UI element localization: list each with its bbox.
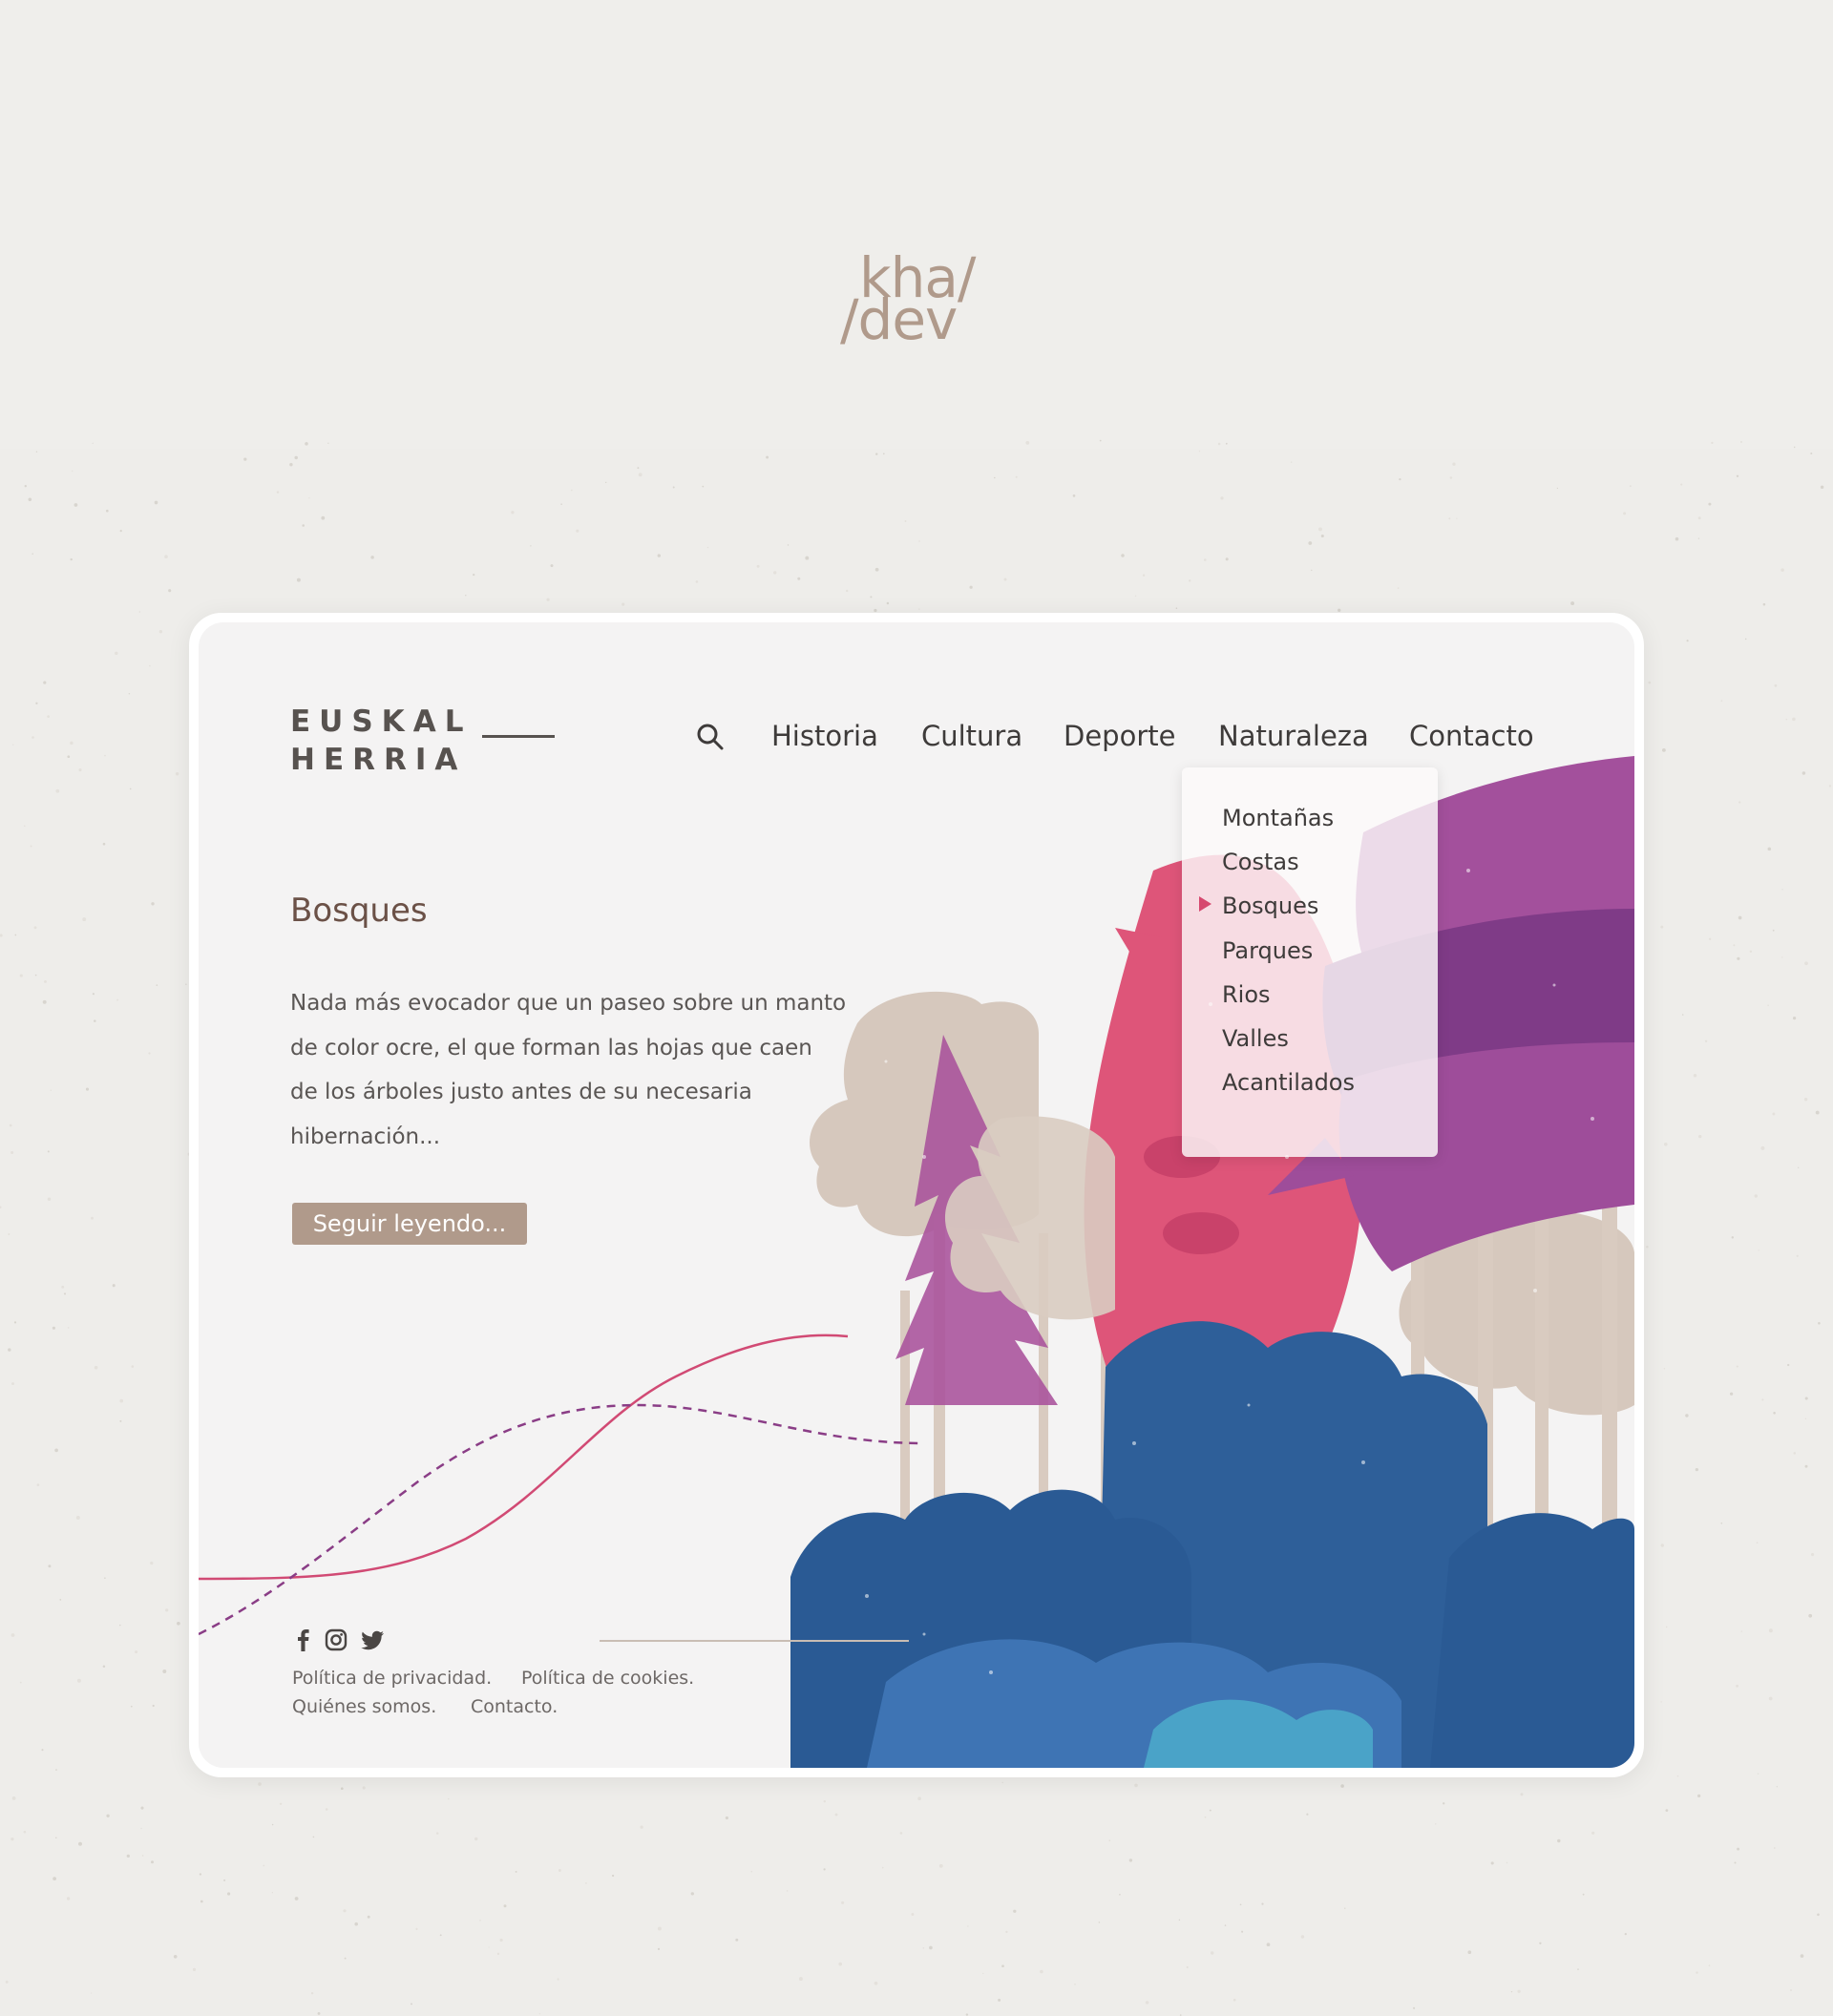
article-body: Nada más evocador que un paseo sobre un …	[290, 981, 901, 1159]
nav-deporte[interactable]: Deporte	[1064, 719, 1175, 753]
footer-link-about[interactable]: Quiénes somos.	[292, 1695, 436, 1718]
brand-logo: kha/ /dev	[840, 250, 993, 352]
site-logo-line2: HERRIA	[290, 743, 467, 777]
nav-naturaleza[interactable]: Naturaleza	[1218, 719, 1369, 753]
dropdown-item-acantilados[interactable]: Acantilados	[1222, 1068, 1355, 1097]
header-band	[0, 0, 1833, 449]
nav-historia[interactable]: Historia	[771, 719, 878, 753]
selected-marker-icon	[1199, 896, 1211, 912]
footer-link-privacy[interactable]: Política de privacidad.	[292, 1667, 492, 1690]
article-line: de color ocre, el que forman las hojas q…	[290, 1035, 812, 1060]
dropdown-item-costas[interactable]: Costas	[1222, 848, 1299, 876]
blue-bush-right	[1430, 1513, 1634, 1768]
website-viewport: EUSKAL HERRIA Historia Cultura Deporte N…	[199, 622, 1634, 1768]
footer-link-cookies[interactable]: Política de cookies.	[521, 1667, 694, 1690]
naturaleza-dropdown: Montañas Costas Bosques Parques Rios Val…	[1182, 767, 1438, 1157]
nav-contacto[interactable]: Contacto	[1409, 719, 1534, 753]
read-more-button[interactable]: Seguir leyendo...	[292, 1203, 527, 1245]
facebook-icon[interactable]	[290, 1627, 317, 1653]
footer-divider	[600, 1640, 909, 1642]
article-title: Bosques	[290, 892, 428, 930]
brand-logo-line2: /dev	[840, 287, 958, 352]
logo-divider	[482, 735, 555, 738]
dropdown-item-bosques[interactable]: Bosques	[1222, 892, 1318, 920]
article-line: de los árboles justo antes de su necesar…	[290, 1080, 752, 1104]
nav-cultura[interactable]: Cultura	[921, 719, 1022, 753]
article-line: Nada más evocador que un paseo sobre un …	[290, 991, 847, 1016]
twitter-icon[interactable]	[359, 1627, 386, 1653]
footer-link-contact[interactable]: Contacto.	[471, 1695, 558, 1718]
dropdown-item-valles[interactable]: Valles	[1222, 1024, 1289, 1053]
dropdown-item-montanas[interactable]: Montañas	[1222, 804, 1334, 832]
search-icon[interactable]	[695, 722, 726, 752]
site-logo-line1: EUSKAL	[290, 704, 473, 739]
instagram-icon[interactable]	[323, 1627, 349, 1653]
dropdown-item-rios[interactable]: Rios	[1222, 980, 1271, 1009]
dropdown-item-parques[interactable]: Parques	[1222, 936, 1313, 965]
article-line: hibernación...	[290, 1124, 441, 1149]
website-mockup-card: EUSKAL HERRIA Historia Cultura Deporte N…	[189, 613, 1644, 1777]
site-logo[interactable]: EUSKAL HERRIA	[290, 703, 472, 779]
